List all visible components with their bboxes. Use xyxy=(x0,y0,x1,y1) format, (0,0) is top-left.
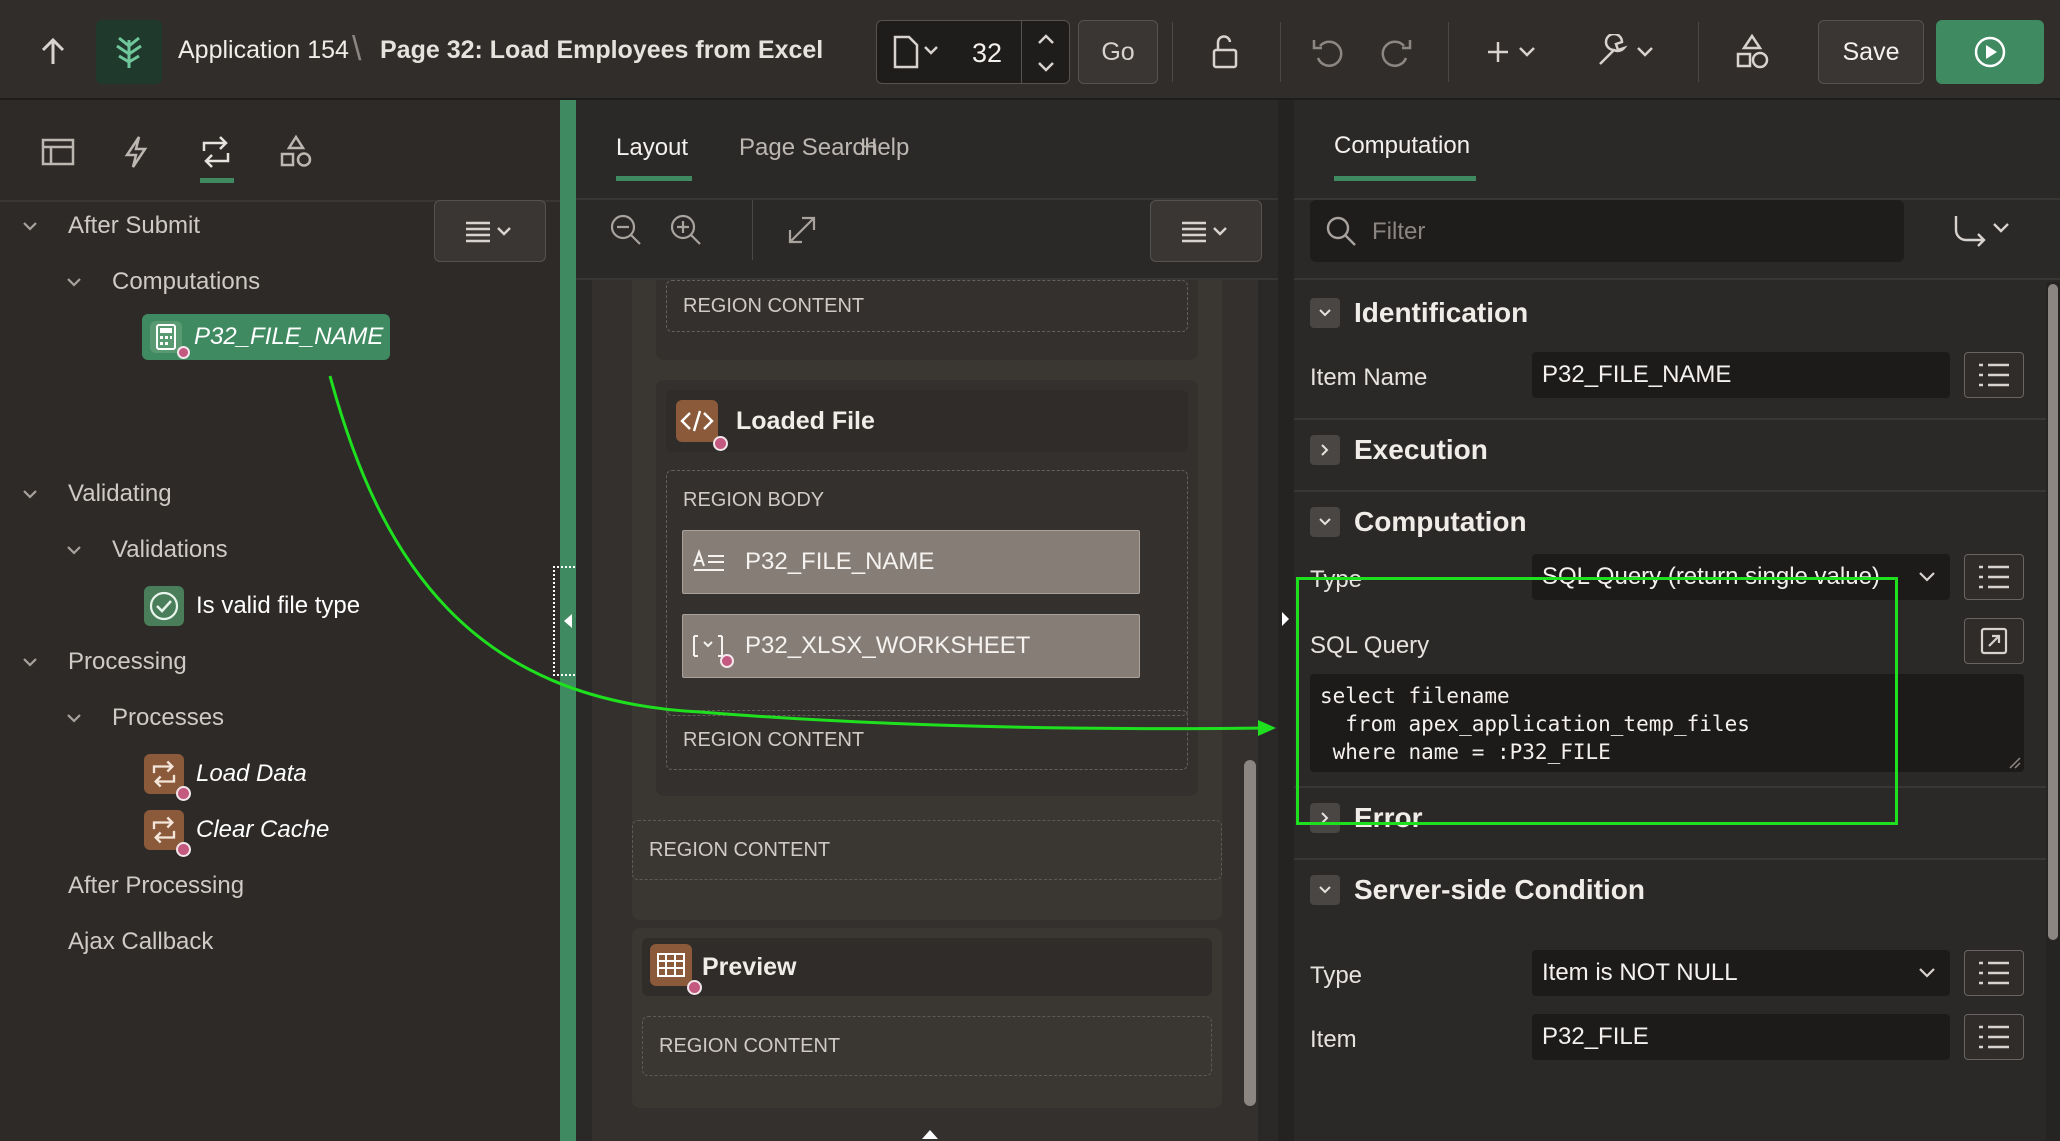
bottom-resize-arrow-icon[interactable] xyxy=(920,1126,940,1141)
annotation-arrow xyxy=(328,375,1276,736)
